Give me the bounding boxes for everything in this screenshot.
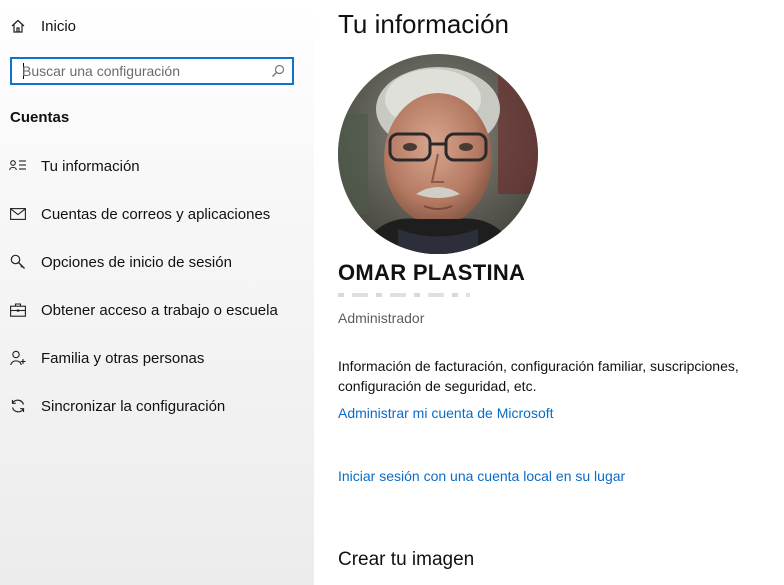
sidebar-item-work-school[interactable]: Obtener acceso a trabajo o escuela bbox=[0, 290, 314, 330]
home-nav-item[interactable]: Inicio bbox=[0, 6, 314, 46]
sidebar-item-sync-settings[interactable]: Sincronizar la configuración bbox=[0, 386, 314, 426]
sidebar-item-label: Obtener acceso a trabajo o escuela bbox=[41, 301, 278, 319]
page-title: Tu información bbox=[338, 9, 509, 39]
avatar bbox=[338, 54, 538, 254]
user-role: Administrador bbox=[338, 310, 425, 326]
search-box[interactable] bbox=[10, 57, 294, 85]
sidebar-item-label: Sincronizar la configuración bbox=[41, 397, 226, 415]
search-input[interactable] bbox=[12, 59, 272, 83]
account-description: Información de facturación, configuració… bbox=[338, 358, 739, 394]
sidebar: Inicio Cuentas Tu información Cuentas de… bbox=[0, 0, 314, 585]
sidebar-item-email-accounts[interactable]: Cuentas de correos y aplicaciones bbox=[0, 194, 314, 234]
home-label: Inicio bbox=[41, 17, 77, 35]
person-add-icon bbox=[9, 349, 27, 367]
manage-microsoft-account-link[interactable]: Administrar mi cuenta de Microsoft bbox=[338, 405, 554, 421]
mail-icon bbox=[9, 205, 27, 223]
user-info-icon bbox=[9, 157, 27, 175]
sidebar-item-sign-in-options[interactable]: Opciones de inicio de sesión bbox=[0, 242, 314, 282]
search-icon[interactable] bbox=[270, 63, 286, 79]
sidebar-item-family[interactable]: Familia y otras personas bbox=[0, 338, 314, 378]
briefcase-icon bbox=[9, 301, 27, 319]
main-content: Tu información OMAR PLASTINA Administrad… bbox=[314, 0, 784, 585]
key-icon bbox=[9, 253, 27, 271]
create-image-heading: Crear tu imagen bbox=[338, 549, 475, 570]
sync-icon bbox=[9, 397, 27, 415]
sidebar-item-label: Opciones de inicio de sesión bbox=[41, 253, 232, 271]
sidebar-item-label: Tu información bbox=[41, 157, 140, 175]
blurred-email bbox=[338, 293, 470, 297]
section-title-accounts: Cuentas bbox=[10, 109, 70, 126]
sidebar-item-your-info[interactable]: Tu información bbox=[0, 146, 314, 186]
user-name: OMAR PLASTINA bbox=[338, 260, 526, 285]
sidebar-item-label: Cuentas de correos y aplicaciones bbox=[41, 205, 271, 223]
sign-in-local-account-link[interactable]: Iniciar sesión con una cuenta local en s… bbox=[338, 468, 625, 484]
sidebar-item-label: Familia y otras personas bbox=[41, 349, 205, 367]
home-icon bbox=[9, 17, 27, 35]
